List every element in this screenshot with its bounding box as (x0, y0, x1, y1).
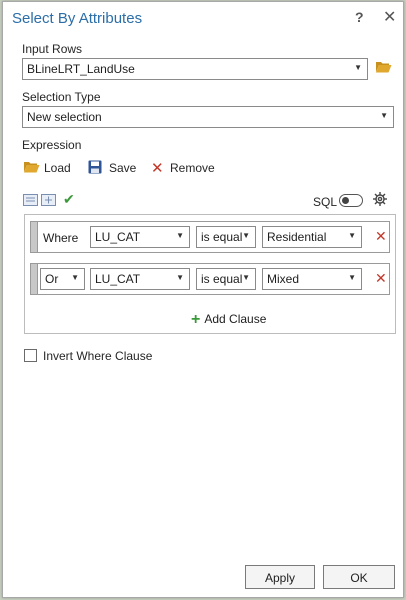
clause-row: Where LU_CAT ▼ is equal ▼ Residential ▼ … (30, 221, 390, 253)
chevron-down-icon: ▼ (176, 273, 184, 282)
selection-type-label: Selection Type (22, 90, 101, 104)
ok-button[interactable]: OK (323, 565, 395, 589)
remove-label: Remove (170, 161, 215, 175)
clause-connector-label: Where (43, 231, 79, 245)
apply-button[interactable]: Apply (245, 565, 315, 589)
connector-dropdown[interactable]: Or ▼ (40, 268, 85, 290)
input-rows-value: BLineLRT_LandUse (27, 62, 135, 76)
selection-type-dropdown[interactable]: New selection ▼ (22, 106, 394, 128)
sql-label: SQL (313, 195, 338, 209)
gear-icon[interactable] (372, 191, 388, 210)
delete-clause-icon[interactable]: ✕ (375, 228, 387, 245)
toggle-knob (342, 197, 349, 204)
operator-dropdown[interactable]: is equal ▼ (196, 268, 256, 290)
operator-dropdown[interactable]: is equal ▼ (196, 226, 256, 248)
value-dropdown[interactable]: Mixed ▼ (262, 268, 362, 290)
sql-toggle[interactable] (339, 194, 363, 207)
chevron-down-icon: ▼ (71, 273, 79, 282)
operator-value: is equal (201, 272, 243, 286)
load-label: Load (44, 161, 71, 175)
folder-open-icon (24, 162, 40, 173)
delete-clause-icon[interactable]: ✕ (375, 270, 387, 287)
remove-x-icon: ✕ (151, 160, 164, 177)
connector-value: Or (45, 272, 59, 286)
invert-where-clause-label: Invert Where Clause (43, 349, 153, 363)
add-clause-mode-icon[interactable] (41, 194, 56, 209)
input-rows-dropdown[interactable]: BLineLRT_LandUse ▼ (22, 58, 368, 80)
field-value: LU_CAT (95, 230, 141, 244)
field-value: LU_CAT (95, 272, 141, 286)
save-label: Save (109, 161, 137, 175)
clause-builder: Where LU_CAT ▼ is equal ▼ Residential ▼ … (24, 214, 396, 334)
field-dropdown[interactable]: LU_CAT ▼ (90, 226, 190, 248)
field-dropdown[interactable]: LU_CAT ▼ (90, 268, 190, 290)
chevron-down-icon: ▼ (380, 111, 388, 120)
invert-where-clause-checkbox[interactable] (24, 349, 37, 362)
title-bar: Select By Attributes ? ✕ (3, 2, 403, 36)
close-button[interactable]: ✕ (383, 7, 396, 27)
operator-value: is equal (201, 230, 243, 244)
plus-icon: + (191, 311, 201, 328)
remove-button[interactable]: ✕ Remove (151, 159, 215, 177)
load-button[interactable]: Load (23, 160, 71, 177)
clause-mode-icon[interactable] (23, 194, 38, 209)
chevron-down-icon: ▼ (176, 231, 184, 240)
add-clause-label: Add Clause (204, 312, 267, 326)
clause-row: Or ▼ LU_CAT ▼ is equal ▼ Mixed ▼ ✕ (30, 263, 390, 295)
chevron-down-icon: ▼ (354, 63, 362, 72)
verify-check-icon[interactable]: ✔ (63, 191, 75, 208)
chevron-down-icon: ▼ (348, 231, 356, 240)
drag-handle[interactable] (31, 264, 38, 294)
input-rows-label: Input Rows (22, 42, 83, 56)
chevron-down-icon: ▼ (242, 273, 250, 282)
value-dropdown[interactable]: Residential ▼ (262, 226, 362, 248)
save-button[interactable]: Save (88, 160, 136, 177)
value-value: Residential (267, 230, 327, 244)
value-value: Mixed (267, 272, 300, 286)
expression-label: Expression (22, 138, 82, 152)
help-button[interactable]: ? (355, 9, 364, 25)
folder-open-icon[interactable] (375, 60, 392, 77)
chevron-down-icon: ▼ (242, 231, 250, 240)
select-by-attributes-dialog: Select By Attributes ? ✕ Input Rows BLin… (2, 1, 404, 598)
add-clause-button[interactable]: + Add Clause (191, 311, 266, 329)
selection-type-value: New selection (27, 110, 102, 124)
dialog-title: Select By Attributes (12, 10, 143, 27)
drag-handle[interactable] (31, 222, 38, 252)
chevron-down-icon: ▼ (348, 273, 356, 282)
save-disk-icon (88, 160, 102, 174)
